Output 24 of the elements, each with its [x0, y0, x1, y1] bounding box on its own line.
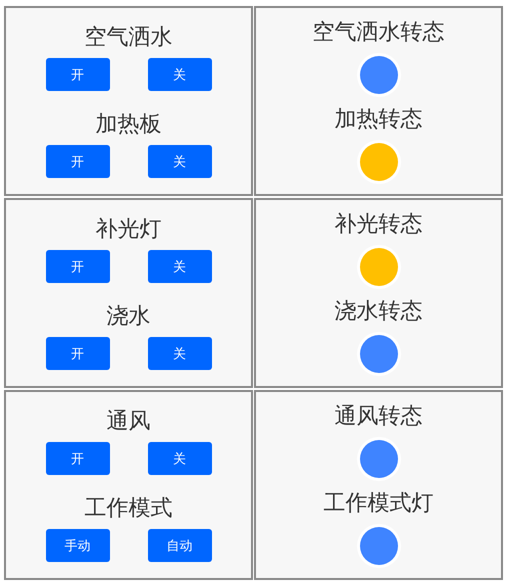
toggle-button[interactable]: 自动 [148, 529, 212, 562]
control-label: 通风 [106, 408, 150, 436]
toggle-button[interactable]: 关 [148, 145, 212, 178]
toggle-button[interactable]: 关 [148, 58, 212, 91]
control-label: 补光灯 [96, 216, 162, 244]
toggle-button[interactable]: 开 [46, 337, 110, 370]
status-label: 通风转态 [334, 402, 422, 430]
toggle-button[interactable]: 关 [148, 442, 212, 475]
status-label: 工作模式灯 [324, 490, 434, 518]
control-label: 加热板 [96, 111, 162, 139]
status-label: 补光转态 [334, 210, 422, 238]
control-label: 空气洒水 [84, 24, 172, 52]
control-label: 浇水 [106, 303, 150, 331]
status-label: 加热转态 [334, 106, 422, 134]
status-label: 空气洒水转态 [312, 18, 444, 46]
toggle-button[interactable]: 手动 [46, 529, 110, 562]
toggle-button[interactable]: 开 [46, 145, 110, 178]
control-label: 工作模式 [84, 495, 172, 523]
toggle-button[interactable]: 开 [46, 58, 110, 91]
status-label: 浇水转态 [334, 298, 422, 326]
toggle-button[interactable]: 关 [148, 250, 212, 283]
toggle-button[interactable]: 开 [46, 250, 110, 283]
toggle-button[interactable]: 开 [46, 442, 110, 475]
toggle-button[interactable]: 关 [148, 337, 212, 370]
